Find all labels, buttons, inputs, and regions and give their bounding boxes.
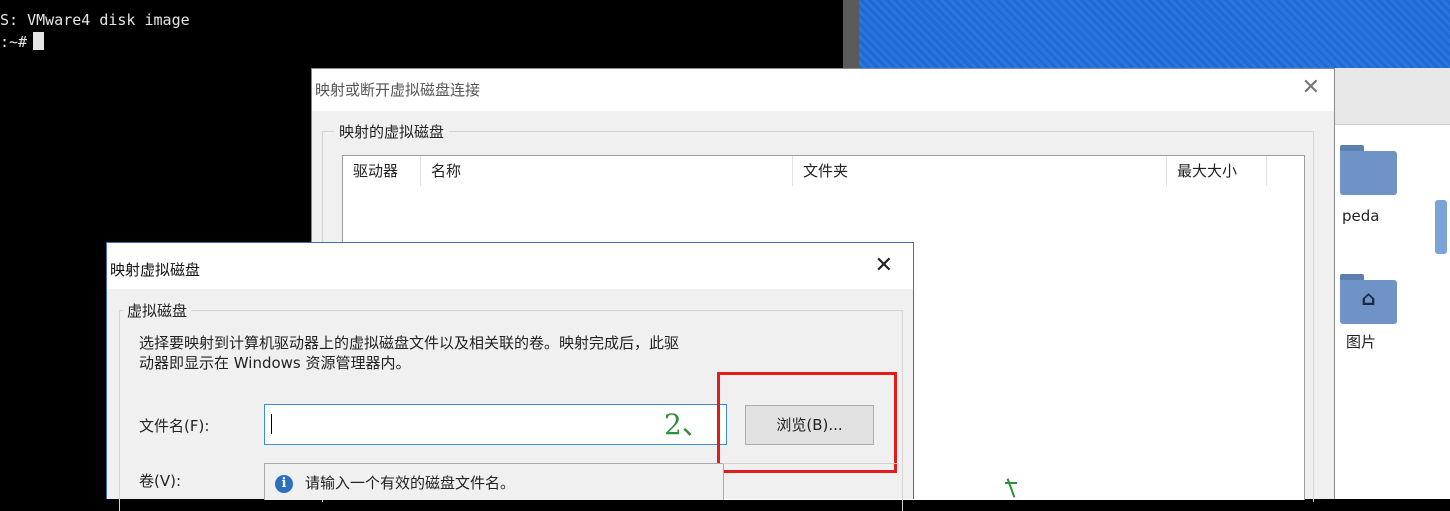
- filename-label: 文件名(F):: [139, 417, 210, 435]
- group-label: 虚拟磁盘: [123, 300, 192, 321]
- folder-label[interactable]: peda: [1342, 207, 1379, 225]
- group-label: 映射的虚拟磁盘: [334, 121, 450, 142]
- column-header-max-size[interactable]: 最大大小: [1167, 156, 1267, 186]
- pictures-glyph-icon: ⌂: [1361, 286, 1376, 310]
- column-header-folder[interactable]: 文件夹: [793, 156, 1167, 186]
- info-icon: i: [275, 475, 293, 493]
- volume-panel-edge: [723, 463, 899, 501]
- description-line: 动器即显示在 Windows 资源管理器内。: [139, 354, 411, 372]
- terminal-cursor: [33, 32, 45, 50]
- folder-label[interactable]: 图片: [1346, 331, 1376, 352]
- pictures-folder-icon[interactable]: ⌂: [1340, 274, 1397, 324]
- filename-input[interactable]: [264, 404, 727, 445]
- folder-icon[interactable]: [1340, 145, 1397, 195]
- description-text: 选择要映射到计算机驱动器上的虚拟磁盘文件以及相关联的卷。映射完成后，此驱 动器即…: [139, 333, 859, 373]
- map-virtual-disk-dialog: 映射虚拟磁盘 ✕ 虚拟磁盘 选择要映射到计算机驱动器上的虚拟磁盘文件以及相关联的…: [106, 242, 914, 511]
- step-annotation: 2、: [664, 408, 710, 441]
- close-icon[interactable]: ✕: [875, 253, 893, 278]
- scrollbar-thumb[interactable]: [1435, 200, 1447, 254]
- volume-message: 请输入一个有效的磁盘文件名。: [305, 474, 516, 492]
- terminal-prompt-text: :~#: [0, 33, 28, 51]
- text-caret: [271, 414, 272, 434]
- desktop-background: [859, 0, 1450, 68]
- dialog-title: 映射或断开虚拟磁盘连接: [315, 81, 481, 99]
- file-manager-titlebar: [1335, 68, 1450, 125]
- column-header-name[interactable]: 名称: [421, 156, 793, 186]
- column-header-drive[interactable]: 驱动器: [343, 156, 421, 186]
- dialog-title: 映射虚拟磁盘: [110, 261, 201, 279]
- volume-label: 卷(V):: [139, 472, 182, 490]
- description-line: 选择要映射到计算机驱动器上的虚拟磁盘文件以及相关联的卷。映射完成后，此驱: [139, 334, 680, 352]
- browse-button[interactable]: 浏览(B)...: [745, 405, 874, 445]
- step-annotation-mark: [1005, 482, 1017, 501]
- file-manager-window: peda ⌂ 图片: [1335, 68, 1450, 499]
- dialog-titlebar[interactable]: 映射或断开虚拟磁盘连接 ✕: [312, 69, 1334, 111]
- terminal-output-line: S: VMware4 disk image: [0, 11, 190, 29]
- terminal-prompt: :~#: [0, 32, 45, 52]
- close-icon[interactable]: ✕: [1302, 75, 1320, 100]
- dialog-titlebar[interactable]: 映射虚拟磁盘 ✕: [107, 243, 913, 289]
